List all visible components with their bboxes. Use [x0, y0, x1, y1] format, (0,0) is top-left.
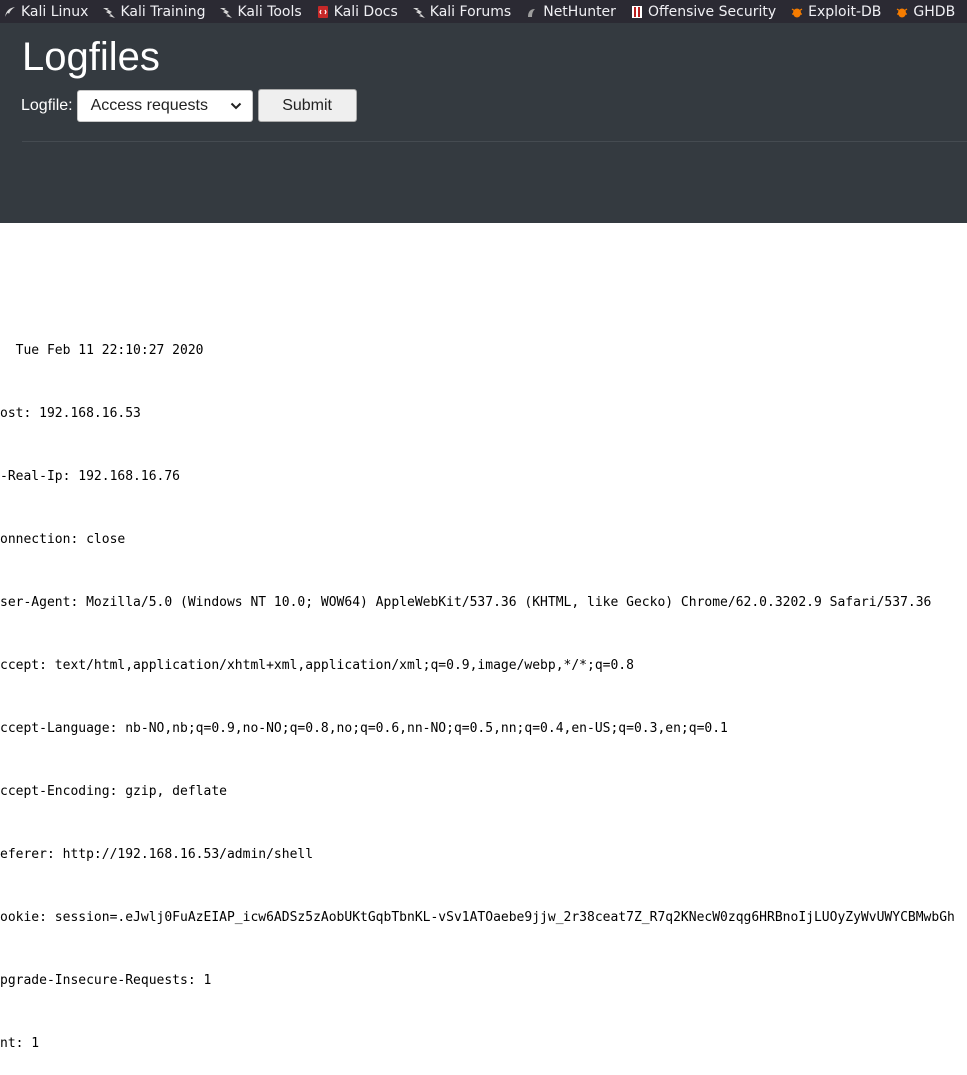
bookmark-label: Exploit-DB	[808, 3, 882, 20]
bookmark-label: Kali Linux	[21, 3, 89, 20]
bookmark-label: Offensive Security	[647, 3, 777, 20]
logfile-select-value: Access requests	[90, 96, 208, 114]
exploit-db-bug-icon	[790, 5, 804, 19]
bookmarks-toolbar: Kali Linux Kali Training Kali Tools Kali…	[0, 0, 967, 23]
bookmark-kali-forums[interactable]: Kali Forums	[412, 4, 511, 20]
bookmark-label: GHDB	[913, 3, 956, 20]
log-line: -Real-Ip: 192.168.16.76	[0, 469, 181, 484]
submit-button[interactable]: Submit	[257, 89, 357, 122]
nethunter-icon	[525, 5, 539, 19]
log-output: Tue Feb 11 22:10:27 2020 ost: 192.168.16…	[0, 298, 967, 1075]
offsec-icon	[630, 5, 644, 19]
kali-dragon-icon	[3, 5, 17, 19]
log-line: ost: 192.168.16.53	[0, 406, 141, 421]
log-line: ookie: session=.eJwlj0FuAzEIAP_icw6ADSz5…	[0, 910, 955, 925]
log-line: ccept-Language: nb-NO,nb;q=0.9,no-NO;q=0…	[0, 721, 728, 736]
kali-dragon-icon	[102, 5, 116, 19]
kali-dragon-icon	[412, 5, 426, 19]
log-line: Tue Feb 11 22:10:27 2020	[0, 343, 204, 358]
bookmark-exploit-db[interactable]: Exploit-DB	[790, 4, 881, 20]
bookmark-ghdb[interactable]: GHDB	[895, 4, 955, 20]
log-line: eferer: http://192.168.16.53/admin/shell	[0, 847, 314, 862]
header-divider	[22, 141, 967, 142]
exploit-db-bug-icon	[895, 5, 909, 19]
bookmark-label: Kali Docs	[333, 3, 398, 20]
logfile-select[interactable]: Access requests	[76, 89, 253, 122]
bookmark-label: Kali Forums	[429, 3, 512, 20]
log-line: ser-Agent: Mozilla/5.0 (Windows NT 10.0;…	[0, 595, 932, 610]
bookmark-kali-linux[interactable]: Kali Linux	[3, 4, 88, 20]
bookmark-nethunter[interactable]: NetHunter	[525, 4, 616, 20]
bookmark-label: NetHunter	[543, 3, 616, 20]
logfile-label: Logfile:	[21, 96, 73, 114]
log-line: nt: 1	[0, 1036, 40, 1051]
log-line: pgrade-Insecure-Requests: 1	[0, 973, 212, 988]
kali-dragon-icon	[219, 5, 233, 19]
page-header: Logfiles Logfile: Access requests Submit	[0, 23, 967, 223]
log-line: ccept-Encoding: gzip, deflate	[0, 784, 227, 799]
bookmark-label: Kali Tools	[237, 3, 302, 20]
bookmark-kali-tools[interactable]: Kali Tools	[219, 3, 302, 20]
bookmark-kali-training[interactable]: Kali Training	[102, 4, 205, 20]
bookmark-offensive-security[interactable]: Offensive Security	[630, 4, 776, 20]
log-line: onnection: close	[0, 532, 126, 547]
bookmark-kali-docs[interactable]: Kali Docs	[316, 4, 398, 20]
chevron-down-icon	[230, 97, 242, 115]
logfile-form: Logfile: Access requests Submit	[21, 89, 357, 122]
docs-red-icon	[316, 5, 330, 19]
page-title: Logfiles	[22, 35, 160, 79]
bookmark-label: Kali Training	[120, 3, 206, 20]
log-line: ccept: text/html,application/xhtml+xml,a…	[0, 658, 634, 673]
